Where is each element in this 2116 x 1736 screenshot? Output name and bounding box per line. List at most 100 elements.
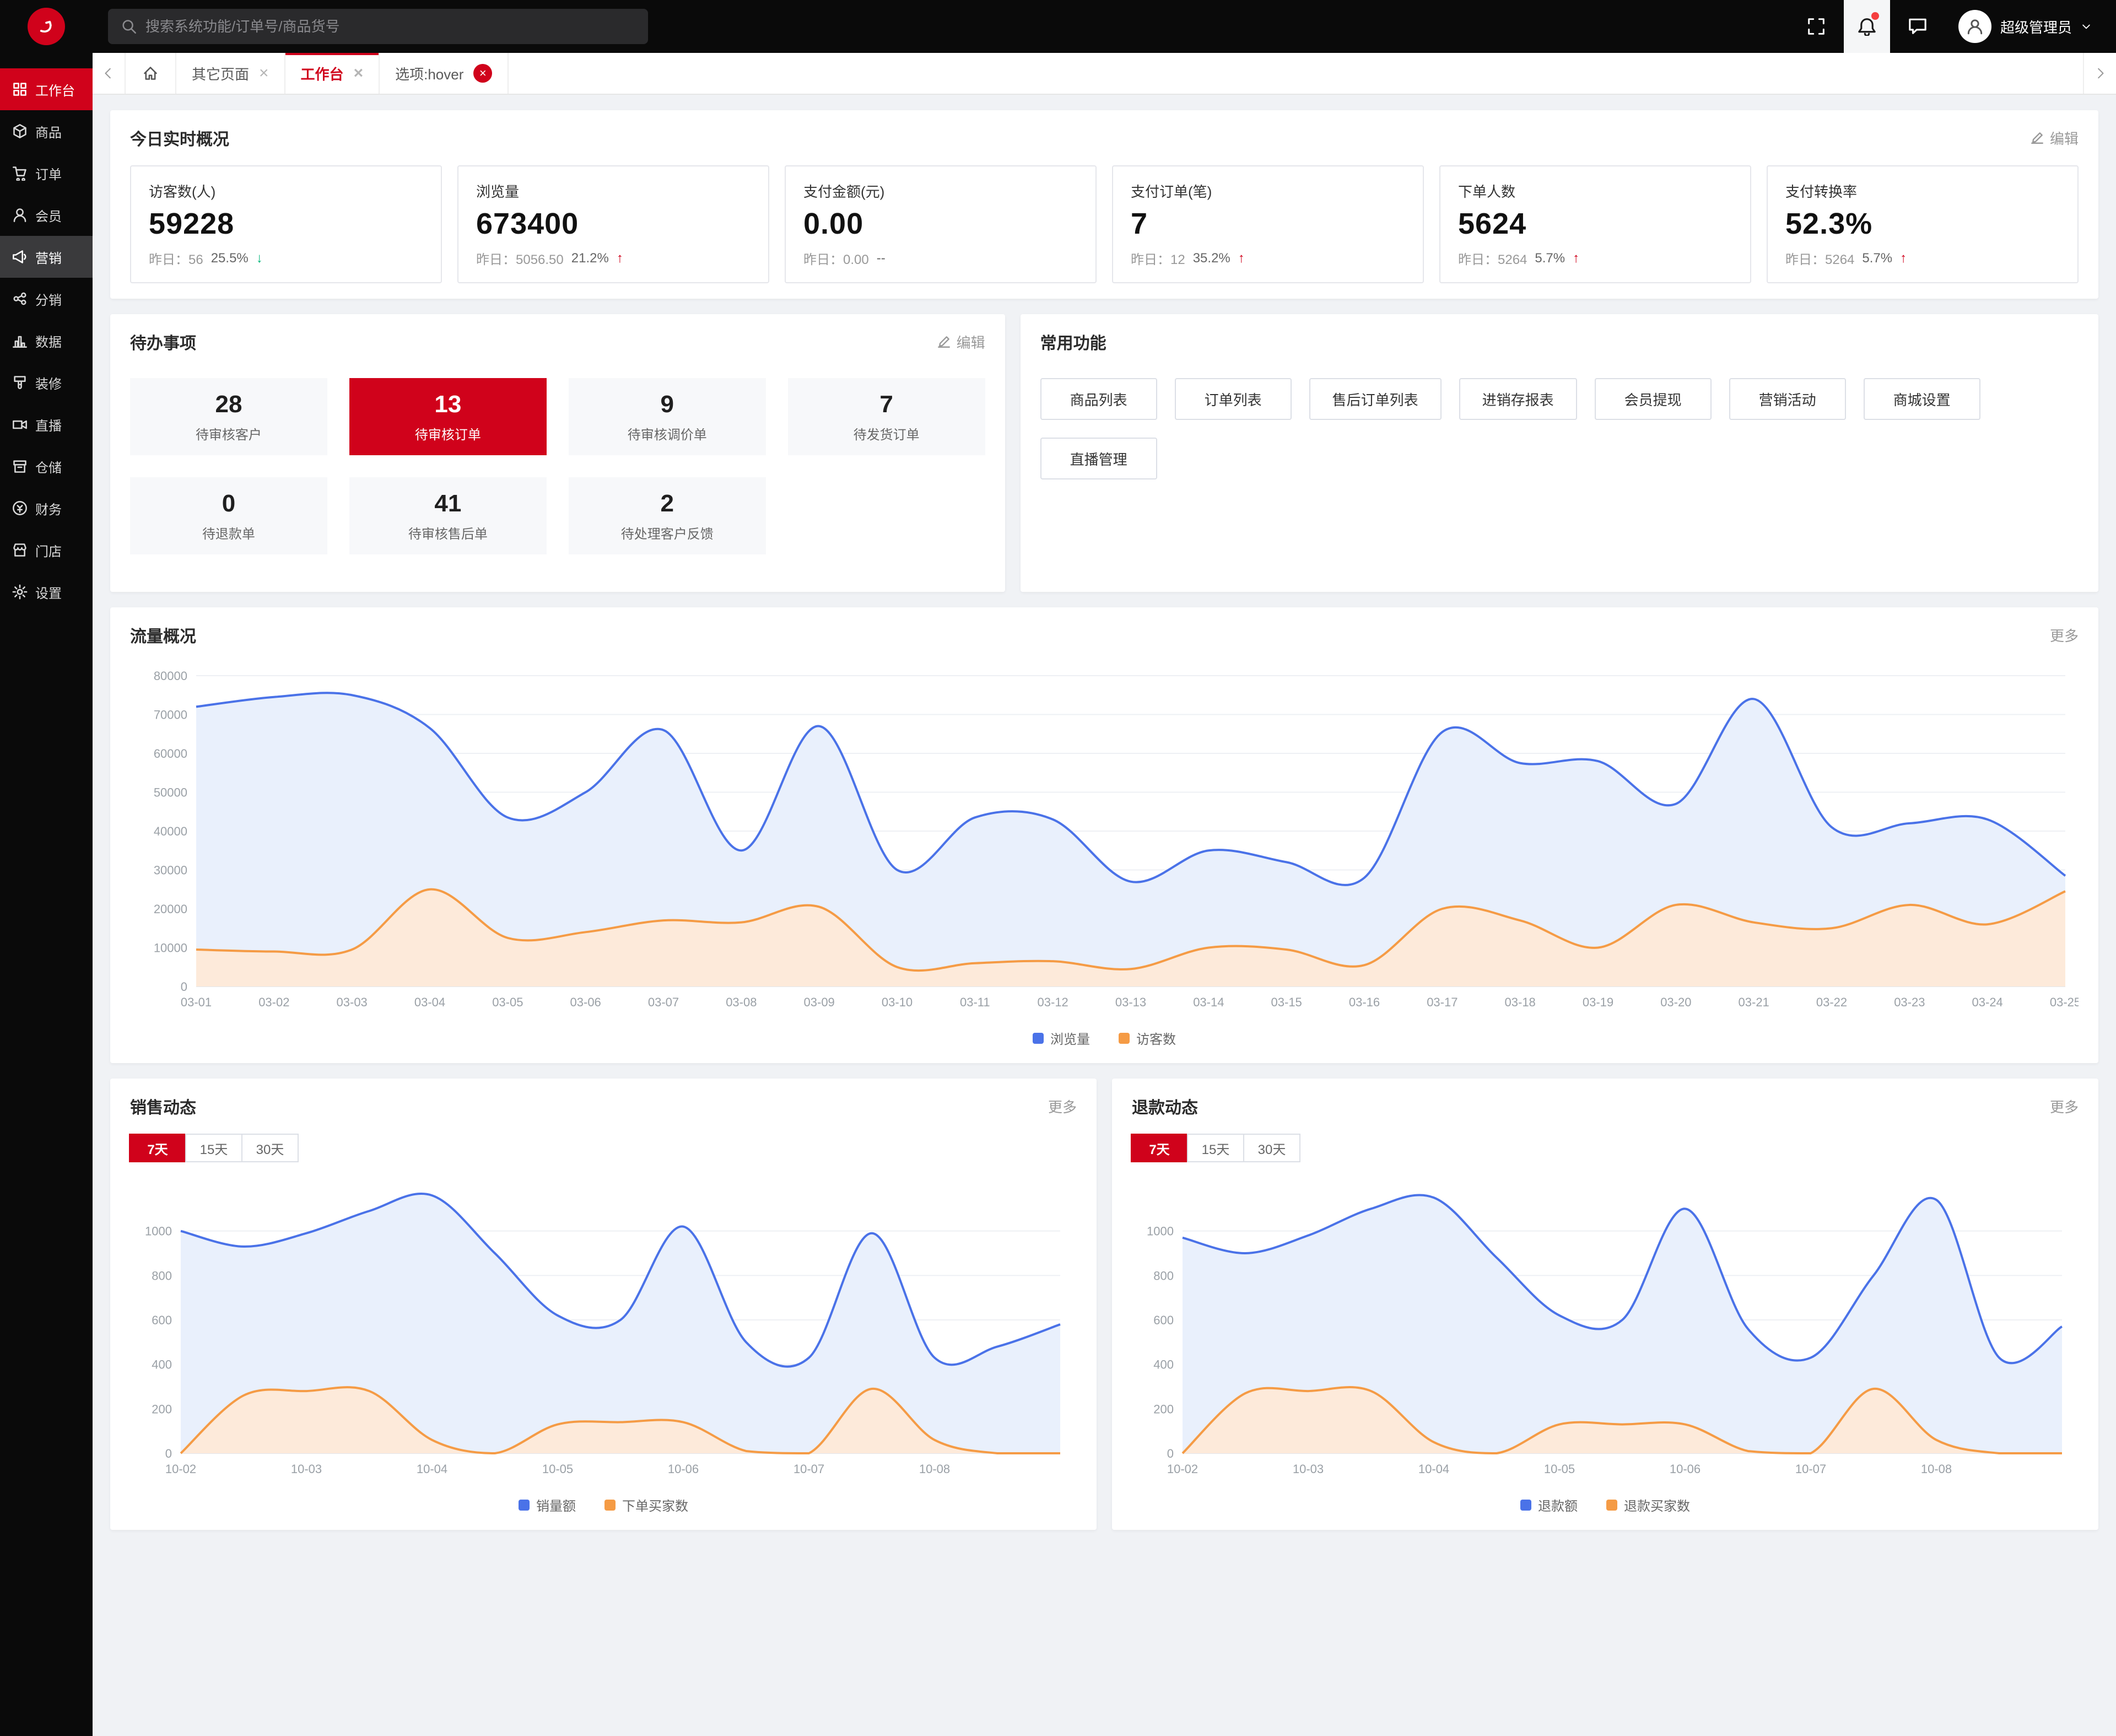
todo-item[interactable]: 41待审核售后单 [349, 477, 547, 554]
chat-icon [1908, 17, 1927, 36]
stat-delta: 35.2% [1193, 251, 1230, 266]
legend-item[interactable]: 浏览量 [1033, 1028, 1090, 1048]
todo-count: 13 [434, 391, 461, 418]
sales-range-tab[interactable]: 15天 [185, 1134, 242, 1162]
sidebar-item-members[interactable]: 会员 [0, 194, 93, 236]
stat-card[interactable]: 支付转换率52.3%昨日：52645.7%↑ [1767, 165, 2079, 283]
bell-icon [1858, 17, 1876, 36]
trend-up-icon: ↑ [617, 251, 623, 266]
stat-card[interactable]: 访客数(人)59228昨日：5625.5%↓ [130, 165, 442, 283]
quick-link[interactable]: 直播管理 [1040, 438, 1157, 479]
overview-edit-button[interactable]: 编辑 [2030, 128, 2079, 148]
todo-label: 待发货订单 [854, 424, 920, 443]
megaphone-icon [12, 249, 28, 265]
fullscreen-icon [1807, 18, 1825, 35]
user-menu[interactable]: 超级管理员 [1958, 10, 2092, 43]
sidebar-item-marketing[interactable]: 营销 [0, 236, 93, 278]
archive-icon [12, 459, 28, 474]
tab-item[interactable]: 选项:hover× [380, 53, 509, 94]
sales-title: 销售动态 [130, 1094, 196, 1118]
refund-range-tab[interactable]: 7天 [1131, 1134, 1188, 1162]
sales-range-tab[interactable]: 7天 [129, 1134, 186, 1162]
search-input[interactable] [145, 18, 635, 35]
sidebar-item-settings[interactable]: 设置 [0, 571, 93, 613]
refund-range-tab[interactable]: 30天 [1243, 1134, 1300, 1162]
stat-label: 浏览量 [476, 181, 751, 201]
svg-text:0: 0 [1167, 1447, 1174, 1460]
quick-link[interactable]: 售后订单列表 [1309, 378, 1442, 420]
sales-more-link[interactable]: 更多 [1048, 1096, 1077, 1117]
todo-item[interactable]: 13待审核订单 [349, 378, 547, 455]
stat-label: 支付订单(笔) [1131, 181, 1405, 201]
sales-range-tab[interactable]: 30天 [241, 1134, 299, 1162]
refund-more-link[interactable]: 更多 [2050, 1096, 2079, 1117]
refund-range-tabs: 7天15天30天 [1132, 1134, 2079, 1162]
todo-item[interactable]: 28待审核客户 [130, 378, 327, 455]
sidebar-item-distribution[interactable]: 分销 [0, 278, 93, 320]
stat-value: 59228 [149, 207, 423, 241]
sidebar-item-workbench[interactable]: 工作台 [0, 68, 93, 110]
fullscreen-button[interactable] [1793, 0, 1839, 53]
app-logo[interactable] [0, 8, 93, 45]
sidebar-item-label: 营销 [35, 247, 62, 267]
tab-close-icon[interactable]: × [473, 64, 492, 83]
tabbar-spacer [509, 53, 2083, 94]
legend-item[interactable]: 销量额 [519, 1495, 576, 1514]
sidebar-item-label: 会员 [35, 206, 62, 225]
sidebar-item-orders[interactable]: 订单 [0, 152, 93, 194]
tab-item[interactable]: 工作台× [285, 53, 380, 94]
stat-card[interactable]: 下单人数5624昨日：52645.7%↑ [1439, 165, 1751, 283]
svg-text:40000: 40000 [154, 824, 187, 838]
legend-item[interactable]: 下单买家数 [604, 1495, 688, 1514]
quick-link[interactable]: 进销存报表 [1459, 378, 1577, 420]
legend-item[interactable]: 退款额 [1520, 1495, 1578, 1514]
todo-label: 待处理客户反馈 [621, 523, 714, 542]
tab-item[interactable]: 其它页面× [176, 53, 285, 94]
legend-label: 退款额 [1538, 1495, 1578, 1514]
quick-link[interactable]: 订单列表 [1175, 378, 1292, 420]
quick-link[interactable]: 商品列表 [1040, 378, 1157, 420]
sidebar-item-stores[interactable]: 门店 [0, 529, 93, 571]
todo-item[interactable]: 2 待处理客户反馈 [569, 477, 766, 554]
stat-card[interactable]: 支付订单(笔)7昨日：1235.2%↑ [1112, 165, 1424, 283]
svg-text:03-02: 03-02 [258, 995, 289, 1009]
sidebar-item-finance[interactable]: 财务 [0, 487, 93, 529]
messages-button[interactable] [1894, 0, 1941, 53]
quick-link[interactable]: 会员提现 [1595, 378, 1712, 420]
sales-chart: 0200400600800100010-0210-0310-0410-0510-… [130, 1173, 1077, 1489]
svg-text:03-18: 03-18 [1505, 995, 1536, 1009]
traffic-chart: 0100002000030000400005000060000700008000… [130, 662, 2079, 1022]
sidebar-item-decoration[interactable]: 装修 [0, 362, 93, 403]
quick-link[interactable]: 商城设置 [1864, 378, 1980, 420]
global-search[interactable] [108, 9, 648, 44]
todo-edit-button[interactable]: 编辑 [937, 332, 985, 352]
sidebar-item-live[interactable]: 直播 [0, 403, 93, 445]
todo-item[interactable]: 0待退款单 [130, 477, 327, 554]
stat-yesterday: 昨日：0.00-- [803, 249, 1078, 268]
stat-card[interactable]: 支付金额(元)0.00昨日：0.00-- [785, 165, 1097, 283]
home-tab[interactable] [126, 53, 176, 94]
notifications-button[interactable] [1844, 0, 1890, 53]
tabs-scroll-right-button[interactable] [2083, 53, 2116, 94]
legend-item[interactable]: 访客数 [1119, 1028, 1176, 1048]
sidebar-item-warehouse[interactable]: 仓储 [0, 445, 93, 487]
refund-range-tab[interactable]: 15天 [1187, 1134, 1244, 1162]
tab-close-icon[interactable]: × [354, 65, 364, 82]
stat-yesterday-value: 昨日：5264 [1785, 249, 1854, 268]
todo-count: 2 [661, 490, 674, 517]
todo-item[interactable]: 9待审核调价单 [569, 378, 766, 455]
quick-link[interactable]: 营销活动 [1729, 378, 1846, 420]
legend-swatch [1119, 1033, 1130, 1044]
sidebar-item-label: 门店 [35, 541, 62, 560]
todo-title: 待办事项 [130, 330, 196, 354]
svg-text:03-01: 03-01 [181, 995, 212, 1009]
traffic-more-link[interactable]: 更多 [2050, 625, 2079, 645]
legend-item[interactable]: 退款买家数 [1606, 1495, 1690, 1514]
tabs-scroll-left-button[interactable] [93, 53, 126, 94]
tab-close-icon[interactable]: × [259, 65, 269, 82]
sidebar-item-goods[interactable]: 商品 [0, 110, 93, 152]
sidebar-item-data[interactable]: 数据 [0, 320, 93, 362]
stat-card[interactable]: 浏览量673400昨日：5056.5021.2%↑ [457, 165, 769, 283]
legend-swatch [1606, 1500, 1617, 1511]
todo-item[interactable]: 7待发货订单 [788, 378, 985, 455]
